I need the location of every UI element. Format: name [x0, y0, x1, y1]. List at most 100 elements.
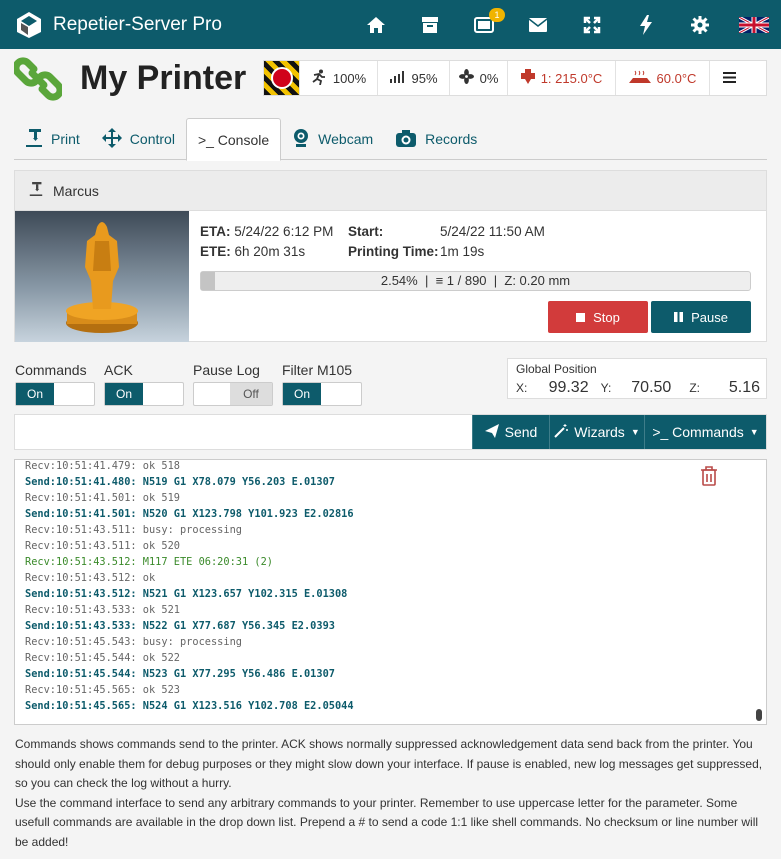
extruder-value: 1: 215.0°C — [540, 70, 603, 86]
ack-toggle[interactable]: On — [104, 382, 184, 406]
model-thumbnail — [15, 211, 189, 342]
running-icon — [311, 69, 327, 88]
caret-down-icon: ▼ — [630, 427, 640, 437]
global-position-panel: Global Position X: 99.32 Y: 70.50 Z: 5.1… — [507, 358, 767, 399]
z-height: Z: 0.20 mm — [504, 273, 571, 288]
console-line: Send:10:51:43.533: N522 G1 X77.687 Y56.3… — [25, 620, 335, 632]
home-icon[interactable] — [349, 0, 403, 49]
console-line: Recv:10:51:45.543: busy: processing — [25, 636, 242, 648]
console-line: Recv:10:51:41.501: ok 519 — [25, 492, 180, 504]
x-label: X: — [516, 381, 528, 395]
printer-tabs: Print Control >_ Console Webcam Records — [14, 118, 767, 161]
stop-button[interactable]: Stop — [548, 301, 648, 333]
printer-status-bar: 100% 95% 0% 1: 215.0°C 60.0°C — [263, 60, 767, 96]
eta-label: ETA: — [200, 224, 231, 239]
filter-m105-toggle[interactable]: On — [282, 382, 362, 406]
fan-speed[interactable]: 0% — [450, 61, 508, 95]
commands-toggle[interactable]: On — [15, 382, 95, 406]
console-line: Send:10:51:41.480: N519 G1 X78.079 Y56.2… — [25, 476, 335, 488]
job-name: Marcus — [53, 182, 99, 199]
app-title[interactable]: Repetier-Server Pro — [53, 14, 222, 36]
commands-dropdown[interactable]: >_ Commands ▼ — [644, 415, 766, 449]
command-row: Send Wizards ▼ >_ Commands ▼ — [14, 414, 767, 450]
printer-name: My Printer — [80, 59, 247, 97]
layer-count: 1 / 890 — [446, 273, 487, 288]
tab-webcam[interactable]: Webcam — [281, 118, 384, 160]
pause-log-toggle[interactable]: Off — [193, 382, 273, 406]
paper-plane-icon — [484, 423, 499, 441]
y-label: Y: — [600, 381, 612, 395]
pause-icon — [674, 310, 684, 325]
ack-toggle-label: ACK — [104, 362, 133, 378]
bolt-icon[interactable] — [619, 0, 673, 49]
notification-badge: 1 — [489, 8, 505, 22]
eta-value: 5/24/22 6:12 PM — [234, 224, 334, 239]
emergency-stop-icon — [270, 67, 293, 89]
pause-label: Pause — [691, 309, 728, 325]
tab-console-label: >_ Console — [197, 131, 270, 148]
fullscreen-icon[interactable] — [565, 0, 619, 49]
send-label: Send — [504, 424, 538, 440]
console-line: Send:10:51:45.565: N524 G1 X123.516 Y102… — [25, 700, 354, 712]
toggle-state: On — [105, 383, 143, 405]
bed-value: 60.0°C — [656, 70, 697, 86]
layers-icon: ≡ — [435, 273, 444, 288]
menu-button[interactable] — [710, 61, 748, 95]
console-log[interactable]: Recv:10:51:41.479: ok 518 Send:10:51:41.4… — [14, 459, 767, 725]
mail-icon[interactable] — [511, 0, 565, 49]
ete-value: 6h 20m 31s — [234, 244, 306, 259]
tab-print[interactable]: Print — [14, 118, 91, 160]
print-job-panel: Marcus ETA: 5/24/22 6:12 PM Start: 5/24/… — [14, 170, 767, 342]
console-line: Recv:10:51:43.511: ok 520 — [25, 540, 180, 552]
extruder-temperature[interactable]: 1: 215.0°C — [508, 61, 616, 95]
camera-icon — [395, 128, 417, 151]
console-line: Recv:10:51:43.512: M117 ETE 06:20:31 (2) — [25, 556, 273, 568]
command-input[interactable] — [15, 415, 472, 449]
pause-log-toggle-label: Pause Log — [193, 362, 260, 378]
chain-link-icon — [12, 55, 64, 108]
y-value: 70.50 — [631, 379, 672, 396]
trash-icon[interactable] — [699, 465, 719, 492]
filter-m105-toggle-group: Filter M105 On — [282, 362, 362, 406]
magic-wand-icon — [554, 423, 569, 441]
tab-console[interactable]: >_ Console — [185, 118, 282, 161]
bed-temperature[interactable]: 60.0°C — [616, 61, 710, 95]
stop-label: Stop — [593, 309, 620, 325]
console-line: Send:10:51:41.501: N520 G1 X123.798 Y101… — [25, 508, 354, 520]
extruder-icon — [520, 68, 535, 88]
console-scrollbar[interactable] — [756, 709, 762, 721]
flow-multiplier[interactable]: 95% — [378, 61, 450, 95]
printing-time-value: 1m 19s — [440, 244, 485, 259]
fan-icon — [458, 69, 474, 87]
console-line: Recv:10:51:43.533: ok 521 — [25, 604, 180, 616]
console-line: Recv:10:51:45.544: ok 522 — [25, 652, 180, 664]
repetier-logo-icon[interactable] — [15, 11, 43, 39]
console-lines: Recv:10:51:41.479: ok 518 Send:10:51:41.4… — [15, 460, 766, 714]
toggle-state: On — [283, 383, 321, 405]
gear-icon[interactable] — [673, 0, 727, 49]
console-line: Recv:10:51:45.565: ok 523 — [25, 684, 180, 696]
wizards-dropdown[interactable]: Wizards ▼ — [549, 415, 644, 449]
help-paragraph-2: Use the command interface to send any ar… — [15, 795, 759, 849]
pause-button[interactable]: Pause — [651, 301, 751, 333]
tab-records[interactable]: Records — [384, 118, 488, 160]
flow-value: 95% — [411, 70, 438, 86]
job-info: ETA: 5/24/22 6:12 PM Start: 5/24/22 11:5… — [200, 222, 545, 262]
uk-flag-icon[interactable] — [727, 0, 781, 49]
tablet-icon[interactable]: 1 — [457, 0, 511, 49]
top-navbar: Repetier-Server Pro 1 — [0, 0, 781, 49]
z-value: 5.16 — [728, 379, 761, 396]
speed-value: 100% — [332, 70, 367, 86]
console-line: Recv:10:51:41.479: ok 518 — [25, 460, 180, 472]
console-help-text: Commands shows commands send to the prin… — [15, 735, 767, 852]
speed-multiplier[interactable]: 100% — [300, 61, 378, 95]
tab-control[interactable]: Control — [91, 118, 186, 160]
archive-icon[interactable] — [403, 0, 457, 49]
send-button[interactable]: Send — [472, 415, 549, 449]
printer-icon — [25, 128, 43, 151]
wizards-label: Wizards — [574, 424, 625, 440]
help-paragraph-1: Commands shows commands send to the prin… — [15, 737, 763, 790]
emergency-stop-button[interactable] — [264, 61, 300, 95]
printer-icon — [29, 181, 43, 200]
start-value: 5/24/22 11:50 AM — [440, 224, 545, 239]
